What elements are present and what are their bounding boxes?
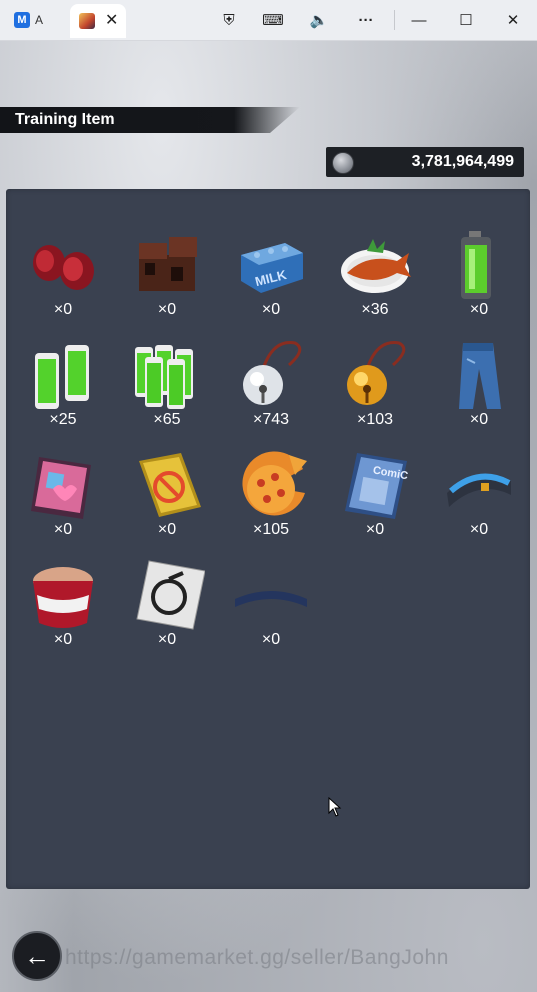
close-icon[interactable]: ✕ bbox=[500, 8, 526, 32]
maximize-icon[interactable]: ☐ bbox=[453, 8, 479, 32]
fish-dish-icon bbox=[337, 229, 413, 301]
page-title: Training Item bbox=[15, 111, 115, 128]
app-icon: M bbox=[14, 12, 30, 28]
jeans-icon bbox=[441, 339, 517, 411]
item-count: ×0 bbox=[53, 521, 73, 538]
item-count: ×0 bbox=[469, 521, 489, 538]
item-silver-bell[interactable]: ×743 bbox=[219, 339, 323, 439]
comic-icon: ComiC bbox=[337, 449, 413, 521]
item-panel: ×0 ×0 MILK ×0 ×36 ×0 ×25 ×65 ×743 ×103 ×… bbox=[6, 189, 530, 889]
browser-titlebar: M A ✕ ⛨ ⌨ 🔈 ··· — ☐ ✕ bbox=[0, 0, 537, 41]
item-comic[interactable]: ComiC ×0 bbox=[323, 449, 427, 549]
dumbbells-icon bbox=[25, 229, 101, 301]
arrow-left-icon: ← bbox=[24, 940, 50, 971]
currency-value: 3,781,964,499 bbox=[411, 153, 514, 170]
pizza-icon bbox=[233, 449, 309, 521]
item-headband[interactable]: ×0 bbox=[219, 559, 323, 659]
tab-app[interactable]: M A bbox=[14, 6, 66, 34]
item-count: ×65 bbox=[153, 411, 181, 428]
item-count: ×0 bbox=[53, 631, 73, 648]
item-battery[interactable]: ×0 bbox=[427, 229, 531, 329]
item-card[interactable]: ×0 bbox=[115, 559, 219, 659]
item-count: ×0 bbox=[261, 301, 281, 318]
tab-game[interactable]: ✕ bbox=[70, 4, 126, 38]
item-count: ×0 bbox=[469, 301, 489, 318]
currency-display: 3,781,964,499 bbox=[326, 147, 524, 177]
more-icon[interactable]: ··· bbox=[353, 8, 379, 32]
item-count: ×0 bbox=[261, 631, 281, 648]
item-dumbbells[interactable]: ×0 bbox=[11, 229, 115, 329]
tab-app-label: A bbox=[35, 13, 44, 27]
shield-clock-icon[interactable]: ⛨ bbox=[216, 8, 242, 32]
item-count: ×0 bbox=[157, 521, 177, 538]
item-battery-crate[interactable]: ×65 bbox=[115, 339, 219, 439]
coin-icon bbox=[332, 152, 354, 174]
item-jeans[interactable]: ×0 bbox=[427, 339, 531, 439]
book-icon bbox=[129, 449, 205, 521]
card-icon bbox=[129, 559, 205, 631]
item-gold-bell[interactable]: ×103 bbox=[323, 339, 427, 439]
battery-crate-icon bbox=[129, 339, 205, 411]
item-book[interactable]: ×0 bbox=[115, 449, 219, 549]
headband-icon bbox=[233, 559, 309, 631]
mouse-cursor-icon bbox=[328, 797, 342, 817]
toolbar-divider bbox=[394, 10, 395, 30]
item-magazine[interactable]: ×0 bbox=[11, 449, 115, 549]
battery-icon bbox=[441, 229, 517, 301]
magazine-icon bbox=[25, 449, 101, 521]
game-icon bbox=[79, 13, 95, 29]
item-milk[interactable]: MILK ×0 bbox=[219, 229, 323, 329]
back-button[interactable]: ← bbox=[12, 931, 62, 981]
item-count: ×25 bbox=[49, 411, 77, 428]
wristband-icon bbox=[441, 449, 517, 521]
item-count: ×0 bbox=[365, 521, 385, 538]
item-count: ×743 bbox=[252, 411, 290, 428]
item-count: ×0 bbox=[157, 631, 177, 648]
silver-bell-icon bbox=[233, 339, 309, 411]
item-count: ×0 bbox=[157, 301, 177, 318]
item-fish-dish[interactable]: ×36 bbox=[323, 229, 427, 329]
item-count: ×105 bbox=[252, 521, 290, 538]
battery-pack-icon bbox=[25, 339, 101, 411]
item-battery-pack[interactable]: ×25 bbox=[11, 339, 115, 439]
item-count: ×0 bbox=[469, 411, 489, 428]
gold-bell-icon bbox=[337, 339, 413, 411]
watermark: https://gamemarket.gg/seller/BangJohn bbox=[65, 946, 449, 969]
item-wristband[interactable]: ×0 bbox=[427, 449, 531, 549]
game-screen: Training Item 3,781,964,499 ×0 ×0 MILK ×… bbox=[0, 41, 537, 992]
bricks-icon bbox=[129, 229, 205, 301]
item-bricks[interactable]: ×0 bbox=[115, 229, 219, 329]
keyboard-icon[interactable]: ⌨ bbox=[260, 8, 286, 32]
tab-close-icon[interactable]: ✕ bbox=[105, 13, 118, 29]
item-count: ×103 bbox=[356, 411, 394, 428]
item-count: ×36 bbox=[361, 301, 389, 318]
milk-icon: MILK bbox=[233, 229, 309, 301]
cup-noodle-icon bbox=[25, 559, 101, 631]
item-count: ×0 bbox=[53, 301, 73, 318]
item-pizza[interactable]: ×105 bbox=[219, 449, 323, 549]
volume-icon[interactable]: 🔈 bbox=[306, 8, 332, 32]
minimize-icon[interactable]: — bbox=[406, 8, 432, 32]
item-cup-noodle[interactable]: ×0 bbox=[11, 559, 115, 659]
